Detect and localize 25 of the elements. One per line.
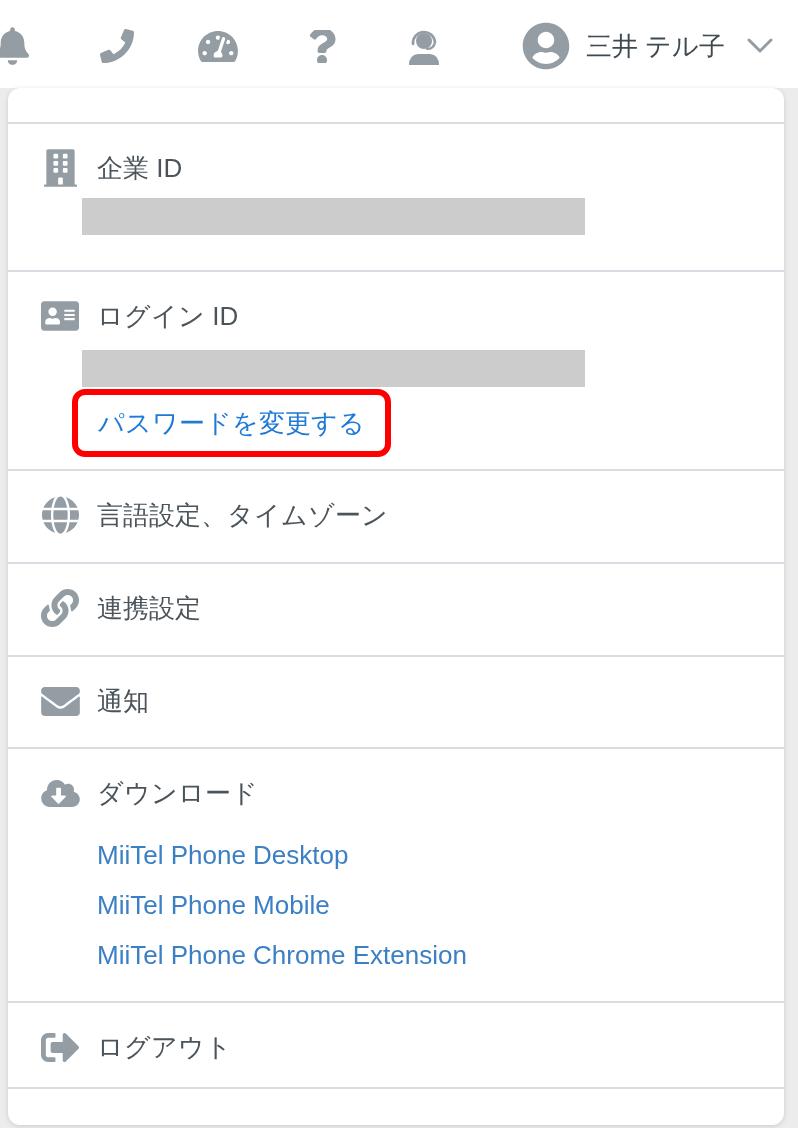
logout-icon: [41, 1032, 79, 1062]
menu-item[interactable]: ログアウト: [40, 1025, 232, 1069]
link-icon: [41, 589, 79, 627]
cloud-download-icon: [40, 779, 80, 807]
download-link[interactable]: MiiTel Phone Chrome Extension: [97, 930, 467, 980]
id-card-icon: [41, 301, 79, 331]
menu-item[interactable]: 連携設定: [40, 586, 201, 630]
avatar-icon: [522, 22, 570, 70]
field-label: 企業 ID: [97, 152, 183, 185]
chevron-down-icon: [747, 38, 774, 54]
download-link[interactable]: MiiTel Phone Desktop: [97, 830, 349, 880]
section-heading: ダウンロード: [97, 777, 258, 810]
gauge-icon[interactable]: [198, 30, 238, 62]
bell-icon[interactable]: [0, 27, 30, 65]
help-icon[interactable]: [308, 29, 336, 63]
field-label: ログイン ID: [97, 300, 239, 333]
phone-icon[interactable]: [100, 29, 134, 63]
menu-item[interactable]: 言語設定、タイムゾーン: [40, 493, 388, 537]
envelope-icon: [40, 686, 80, 716]
change-password-link[interactable]: パスワードを変更する: [98, 395, 365, 451]
user-menu-button[interactable]: 三井 テル子: [522, 22, 774, 70]
download-link[interactable]: MiiTel Phone Mobile: [97, 880, 330, 930]
menu-item[interactable]: 通知: [40, 679, 149, 723]
globe-icon: [41, 496, 79, 534]
building-icon: [43, 149, 77, 187]
